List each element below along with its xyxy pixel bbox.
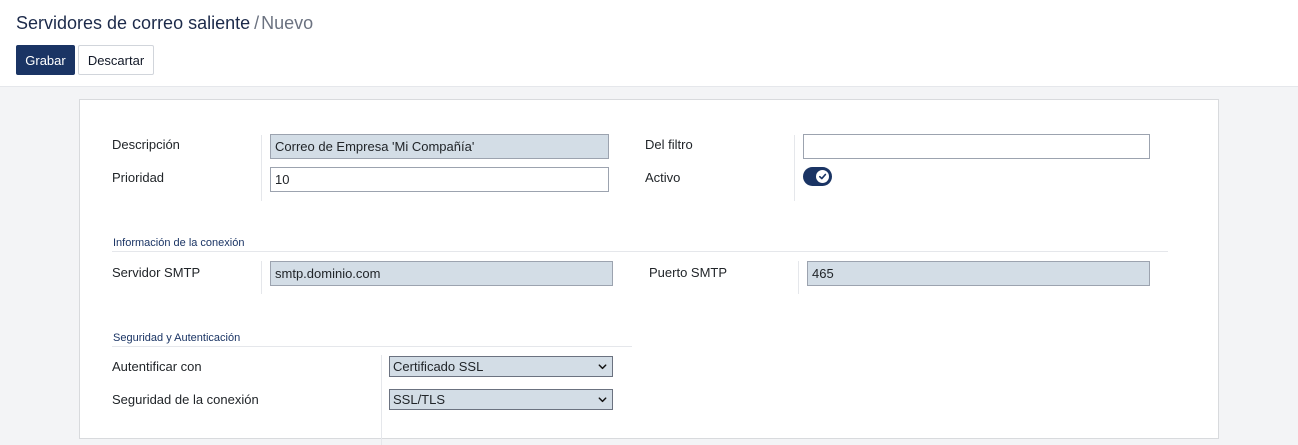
breadcrumb-separator: / <box>254 13 260 33</box>
smtp-port-input[interactable]: 465 <box>807 261 1150 286</box>
description-input[interactable]: Correo de Empresa 'Mi Compañía' <box>270 134 609 159</box>
from-filter-label: Del filtro <box>645 137 693 152</box>
connection-section-title: Información de la conexión <box>113 237 245 249</box>
connection-security-value: SSL/TLS <box>393 392 446 407</box>
auth-with-label: Autentificar con <box>112 359 202 374</box>
field-divider <box>261 261 262 294</box>
section-divider <box>112 346 632 347</box>
auth-with-value: Certificado SSL <box>393 359 484 374</box>
breadcrumb-current: Nuevo <box>261 13 314 33</box>
section-divider <box>112 251 1168 252</box>
active-toggle[interactable] <box>803 167 832 186</box>
field-divider <box>794 135 795 201</box>
breadcrumb-parent-link[interactable]: Servidores de correo saliente <box>16 13 250 33</box>
security-section-title: Seguridad y Autenticación <box>113 332 241 344</box>
breadcrumb: Servidores de correo saliente / Nuevo <box>16 13 313 34</box>
chevron-down-icon <box>597 394 609 406</box>
field-divider <box>381 355 382 445</box>
field-divider <box>798 261 799 294</box>
priority-label: Prioridad <box>112 170 165 185</box>
smtp-server-label: Servidor SMTP <box>112 265 201 280</box>
form-sheet: Descripción Correo de Empresa 'Mi Compañ… <box>79 99 1219 445</box>
connection-security-select[interactable]: SSL/TLS <box>389 389 613 410</box>
control-panel: Servidores de correo saliente / Nuevo Grab… <box>0 0 1298 87</box>
smtp-port-label: Puerto SMTP <box>649 265 728 280</box>
connection-security-label: Seguridad de la conexión <box>112 392 259 407</box>
from-filter-input[interactable] <box>803 134 1150 159</box>
smtp-server-input[interactable]: smtp.dominio.com <box>270 261 613 286</box>
field-divider <box>261 135 262 201</box>
active-label: Activo <box>645 170 681 185</box>
description-label: Descripción <box>112 137 180 152</box>
check-icon <box>816 170 829 183</box>
auth-with-select[interactable]: Certificado SSL <box>389 356 613 377</box>
discard-button[interactable]: Descartar <box>78 45 154 75</box>
priority-input[interactable]: 10 <box>270 167 609 192</box>
save-button[interactable]: Grabar <box>16 45 75 75</box>
chevron-down-icon <box>597 361 609 373</box>
